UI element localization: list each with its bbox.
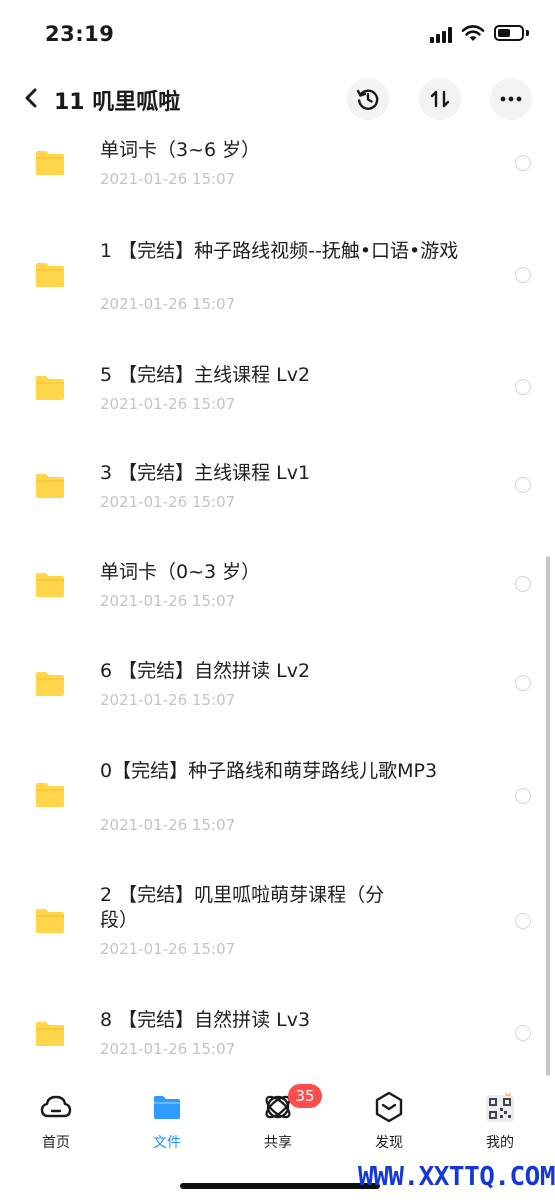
battery-icon	[494, 25, 524, 41]
select-radio[interactable]	[515, 576, 531, 592]
select-radio[interactable]	[515, 1025, 531, 1041]
app-screen: 23:19 11 叽里呱啦 单词卡（3~6 岁） 2021-01-26 15:0…	[0, 0, 555, 1200]
list-item[interactable]: 5 【完结】主线课程 Lv2 2021-01-26 15:07	[0, 353, 555, 451]
folder-icon	[36, 672, 64, 696]
battery-tip	[526, 30, 529, 36]
folder-icon	[154, 1096, 180, 1119]
list-item[interactable]: 2 【完结】叽里呱啦萌芽课程（分段） 2021-01-26 15:07	[0, 873, 555, 998]
file-date: 2021-01-26 15:07	[100, 170, 236, 188]
home-indicator	[180, 1183, 380, 1189]
status-time: 23:19	[45, 22, 115, 46]
list-item[interactable]: 单词卡（0~3 岁） 2021-01-26 15:07	[0, 550, 555, 649]
tab-label: 我的	[486, 1135, 514, 1151]
back-icon[interactable]	[18, 84, 46, 112]
header-bar: 11 叽里呱啦	[0, 70, 555, 132]
file-name: 6 【完结】自然拼读 Lv2	[100, 660, 311, 682]
select-radio[interactable]	[515, 155, 531, 171]
tab-label: 发现	[375, 1135, 403, 1151]
folder-icon	[36, 151, 64, 175]
file-name: 3 【完结】主线课程 Lv1	[100, 462, 311, 484]
list-item[interactable]: 8 【完结】自然拼读 Lv3 2021-01-26 15:07	[0, 998, 555, 1082]
folder-icon	[36, 1022, 64, 1046]
list-item[interactable]: 1 【完结】种子路线视频--抚触•口语•游戏 2021-01-26 15:07	[0, 227, 555, 353]
select-radio[interactable]	[515, 267, 531, 283]
list-item[interactable]: 0【完结】种子路线和萌芽路线儿歌MP3 2021-01-26 15:07	[0, 747, 555, 873]
more-icon	[500, 96, 522, 102]
file-date: 2021-01-26 15:07	[100, 1040, 236, 1058]
folder-icon	[36, 909, 64, 933]
list-item[interactable]: 6 【完结】自然拼读 Lv2 2021-01-26 15:07	[0, 649, 555, 747]
cloud-icon	[40, 1095, 72, 1118]
file-name: 1 【完结】种子路线视频--抚触•口语•游戏	[100, 240, 459, 262]
select-radio[interactable]	[515, 675, 531, 691]
tab-me[interactable]: 我的	[460, 1090, 540, 1152]
folder-icon	[36, 376, 64, 400]
more-button[interactable]	[490, 78, 532, 120]
file-name: 5 【完结】主线课程 Lv2	[100, 364, 311, 386]
page-title: 11 叽里呱啦	[54, 90, 181, 115]
file-name: 0【完结】种子路线和萌芽路线儿歌MP3	[100, 760, 438, 782]
file-date: 2021-01-26 15:07	[100, 816, 236, 834]
tab-files[interactable]: 文件	[127, 1090, 207, 1152]
select-radio[interactable]	[515, 788, 531, 804]
tab-label: 首页	[42, 1135, 70, 1151]
discover-icon	[375, 1091, 403, 1123]
folder-icon	[36, 783, 64, 807]
folder-icon	[36, 573, 64, 597]
watermark: WWW.XXTTQ.COM	[358, 1162, 555, 1192]
file-date: 2021-01-26 15:07	[100, 940, 236, 958]
tab-label: 共享	[264, 1135, 292, 1151]
file-date: 2021-01-26 15:07	[100, 295, 236, 313]
avatar-qr-icon	[486, 1092, 514, 1122]
history-button[interactable]	[347, 78, 389, 120]
tab-label: 文件	[153, 1135, 181, 1151]
file-date: 2021-01-26 15:07	[100, 493, 236, 511]
status-bar: 23:19	[0, 0, 555, 70]
file-name: 单词卡（3~6 岁）	[100, 139, 261, 161]
select-radio[interactable]	[515, 477, 531, 493]
file-list: 单词卡（3~6 岁） 2021-01-26 15:07 1 【完结】种子路线视频…	[0, 132, 555, 1082]
file-date: 2021-01-26 15:07	[100, 395, 236, 413]
file-name: 2 【完结】叽里呱啦萌芽课程（分段）	[100, 884, 385, 931]
wifi-icon	[461, 25, 485, 41]
file-date: 2021-01-26 15:07	[100, 691, 236, 709]
tab-home[interactable]: 首页	[16, 1090, 96, 1152]
list-item[interactable]: 单词卡（3~6 岁） 2021-01-26 15:07	[0, 132, 555, 227]
select-radio[interactable]	[515, 379, 531, 395]
sort-icon	[430, 90, 450, 108]
sort-button[interactable]	[419, 78, 461, 120]
list-scrollbar[interactable]	[546, 556, 550, 1076]
signal-icon	[430, 27, 454, 43]
file-date: 2021-01-26 15:07	[100, 592, 236, 610]
file-name: 单词卡（0~3 岁）	[100, 561, 261, 583]
select-radio[interactable]	[515, 913, 531, 929]
history-icon	[356, 89, 379, 110]
tab-discover[interactable]: 发现	[349, 1090, 429, 1152]
list-item[interactable]: 3 【完结】主线课程 Lv1 2021-01-26 15:07	[0, 451, 555, 550]
share-badge: 35	[288, 1084, 322, 1108]
file-name: 8 【完结】自然拼读 Lv3	[100, 1009, 311, 1031]
folder-icon	[36, 263, 64, 287]
folder-icon	[36, 474, 64, 498]
